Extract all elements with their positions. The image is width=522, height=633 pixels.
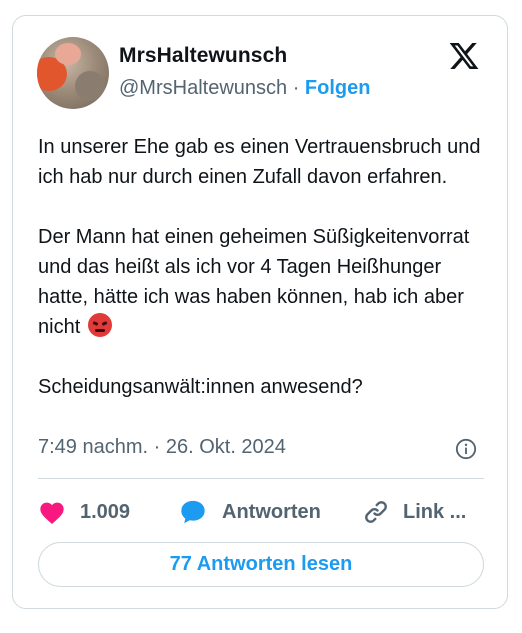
avatar[interactable] bbox=[37, 37, 109, 109]
tweet-timestamp[interactable]: 7:49 nachm. · 26. Okt. 2024 bbox=[38, 436, 286, 459]
reply-button[interactable]: Antworten bbox=[178, 497, 321, 527]
tweet-paragraph-3: Scheidungsanwält:innen anwesend? bbox=[38, 376, 363, 398]
reply-label: Antworten bbox=[222, 500, 321, 523]
like-button[interactable]: 1.009 bbox=[38, 497, 130, 527]
tweet-text: In unserer Ehe gab es einen Vertrauensbr… bbox=[38, 132, 488, 402]
link-label: Link ... bbox=[403, 500, 467, 523]
tweet-paragraph-1: In unserer Ehe gab es einen Vertrauensbr… bbox=[38, 136, 481, 188]
separator-dot: · bbox=[292, 77, 300, 99]
info-icon[interactable] bbox=[455, 438, 477, 460]
author-handle[interactable]: @MrsHaltewunsch bbox=[119, 77, 287, 99]
heart-icon bbox=[40, 502, 64, 525]
angry-face-emoji-icon bbox=[87, 313, 112, 337]
link-icon bbox=[365, 501, 387, 523]
author-name[interactable]: MrsHaltewunsch bbox=[119, 44, 287, 68]
divider bbox=[38, 478, 484, 479]
x-logo-icon[interactable] bbox=[447, 40, 481, 72]
author-handle-row: @MrsHaltewunsch · Folgen bbox=[119, 77, 370, 100]
tweet-paragraph-2: Der Mann hat einen geheimen Süßigkeitenv… bbox=[38, 222, 488, 342]
read-replies-button[interactable]: 77 Antworten lesen bbox=[38, 542, 484, 587]
follow-button[interactable]: Folgen bbox=[305, 77, 371, 99]
like-count: 1.009 bbox=[80, 500, 131, 523]
copy-link-button[interactable]: Link ... bbox=[363, 497, 466, 527]
reply-bubble-icon bbox=[181, 500, 205, 524]
